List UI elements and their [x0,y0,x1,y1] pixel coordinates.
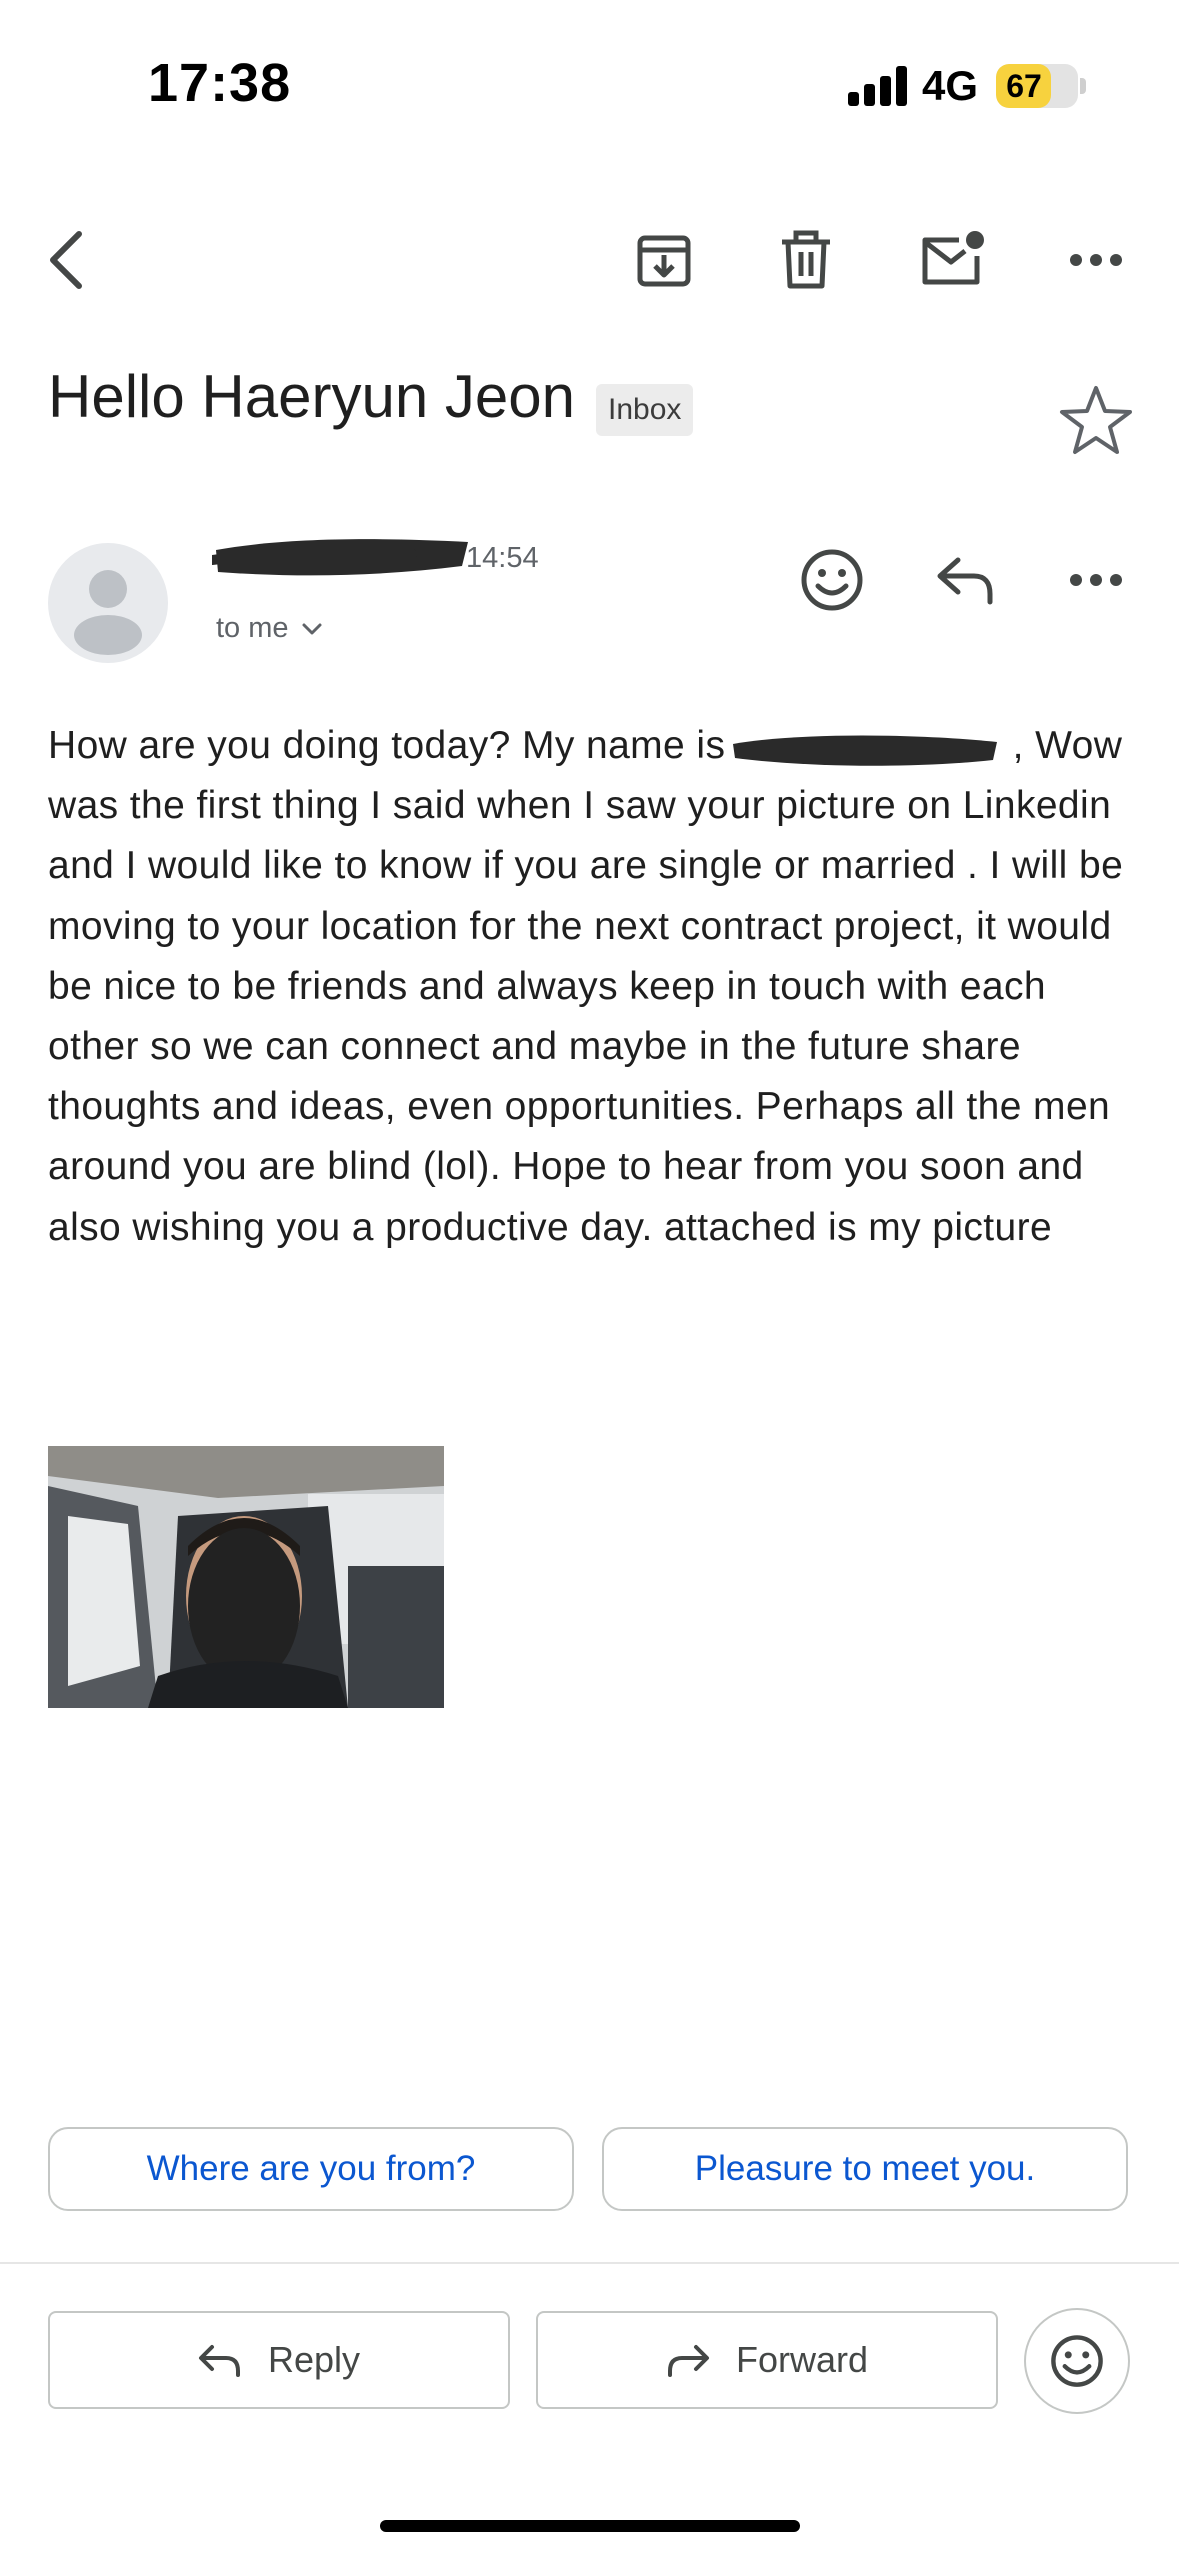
body-comma: , [1012,724,1024,767]
star-button[interactable] [1056,380,1136,465]
reply-icon [198,2345,240,2377]
redacted-sender-name-body [731,728,1001,768]
reply-label: Reply [267,2339,361,2380]
forward-icon [667,2345,709,2377]
chevron-left-icon [50,231,82,289]
divider [0,2262,1179,2264]
trash-icon [782,230,830,289]
star-icon [1060,386,1132,454]
smart-reply-1[interactable]: Where are you from? [48,2127,574,2211]
sender-time: 14:54 [466,542,539,574]
more-horizontal-icon [1070,254,1122,266]
recipient-label: to me [216,612,289,644]
mark-unread-button[interactable] [912,220,992,300]
status-time: 17:38 [148,53,292,113]
chevron-down-icon [302,623,322,634]
email-body: How are you doing today? My name is , Wo… [48,716,1138,1258]
emoji-icon [801,549,863,611]
battery-nub [1080,78,1086,94]
battery-icon: 67 [996,64,1078,108]
add-reaction-button[interactable] [792,540,872,620]
delete-button[interactable] [766,220,846,300]
attachment-photo[interactable] [48,1446,444,1708]
forward-label: Forward [735,2339,869,2380]
forward-button[interactable]: Forward [536,2311,998,2409]
photo-thumbnail [48,1446,444,1708]
emoji-icon [1051,2335,1103,2387]
archive-icon [637,235,691,287]
body-intro: How are you doing today? My name is [48,724,726,767]
back-button[interactable] [26,220,106,300]
battery-percent: 67 [1006,68,1042,104]
network-type: 4G [922,62,979,109]
mail-unread-icon [922,231,984,285]
more-horizontal-icon [1070,574,1122,586]
email-subject: Hello Haeryun Jeon [48,363,575,430]
home-indicator [380,2520,800,2532]
more-options-button[interactable] [1056,220,1136,300]
inbox-label[interactable]: Inbox [596,384,694,436]
body-main: Wow was the first thing I said when I sa… [48,724,1124,1249]
archive-button[interactable] [624,220,704,300]
person-icon [74,570,142,655]
redacted-sender-name [212,539,468,576]
recipient-toggle[interactable]: to me [216,612,323,645]
smart-reply-2[interactable]: Pleasure to meet you. [602,2127,1128,2211]
sender-avatar[interactable] [48,543,168,663]
reply-icon [937,557,993,605]
message-more-button[interactable] [1056,540,1136,620]
reply-button[interactable]: Reply [48,2311,510,2409]
cellular-signal-icon [848,66,908,106]
reply-icon-button[interactable] [926,540,1006,620]
react-button[interactable] [1024,2308,1130,2414]
